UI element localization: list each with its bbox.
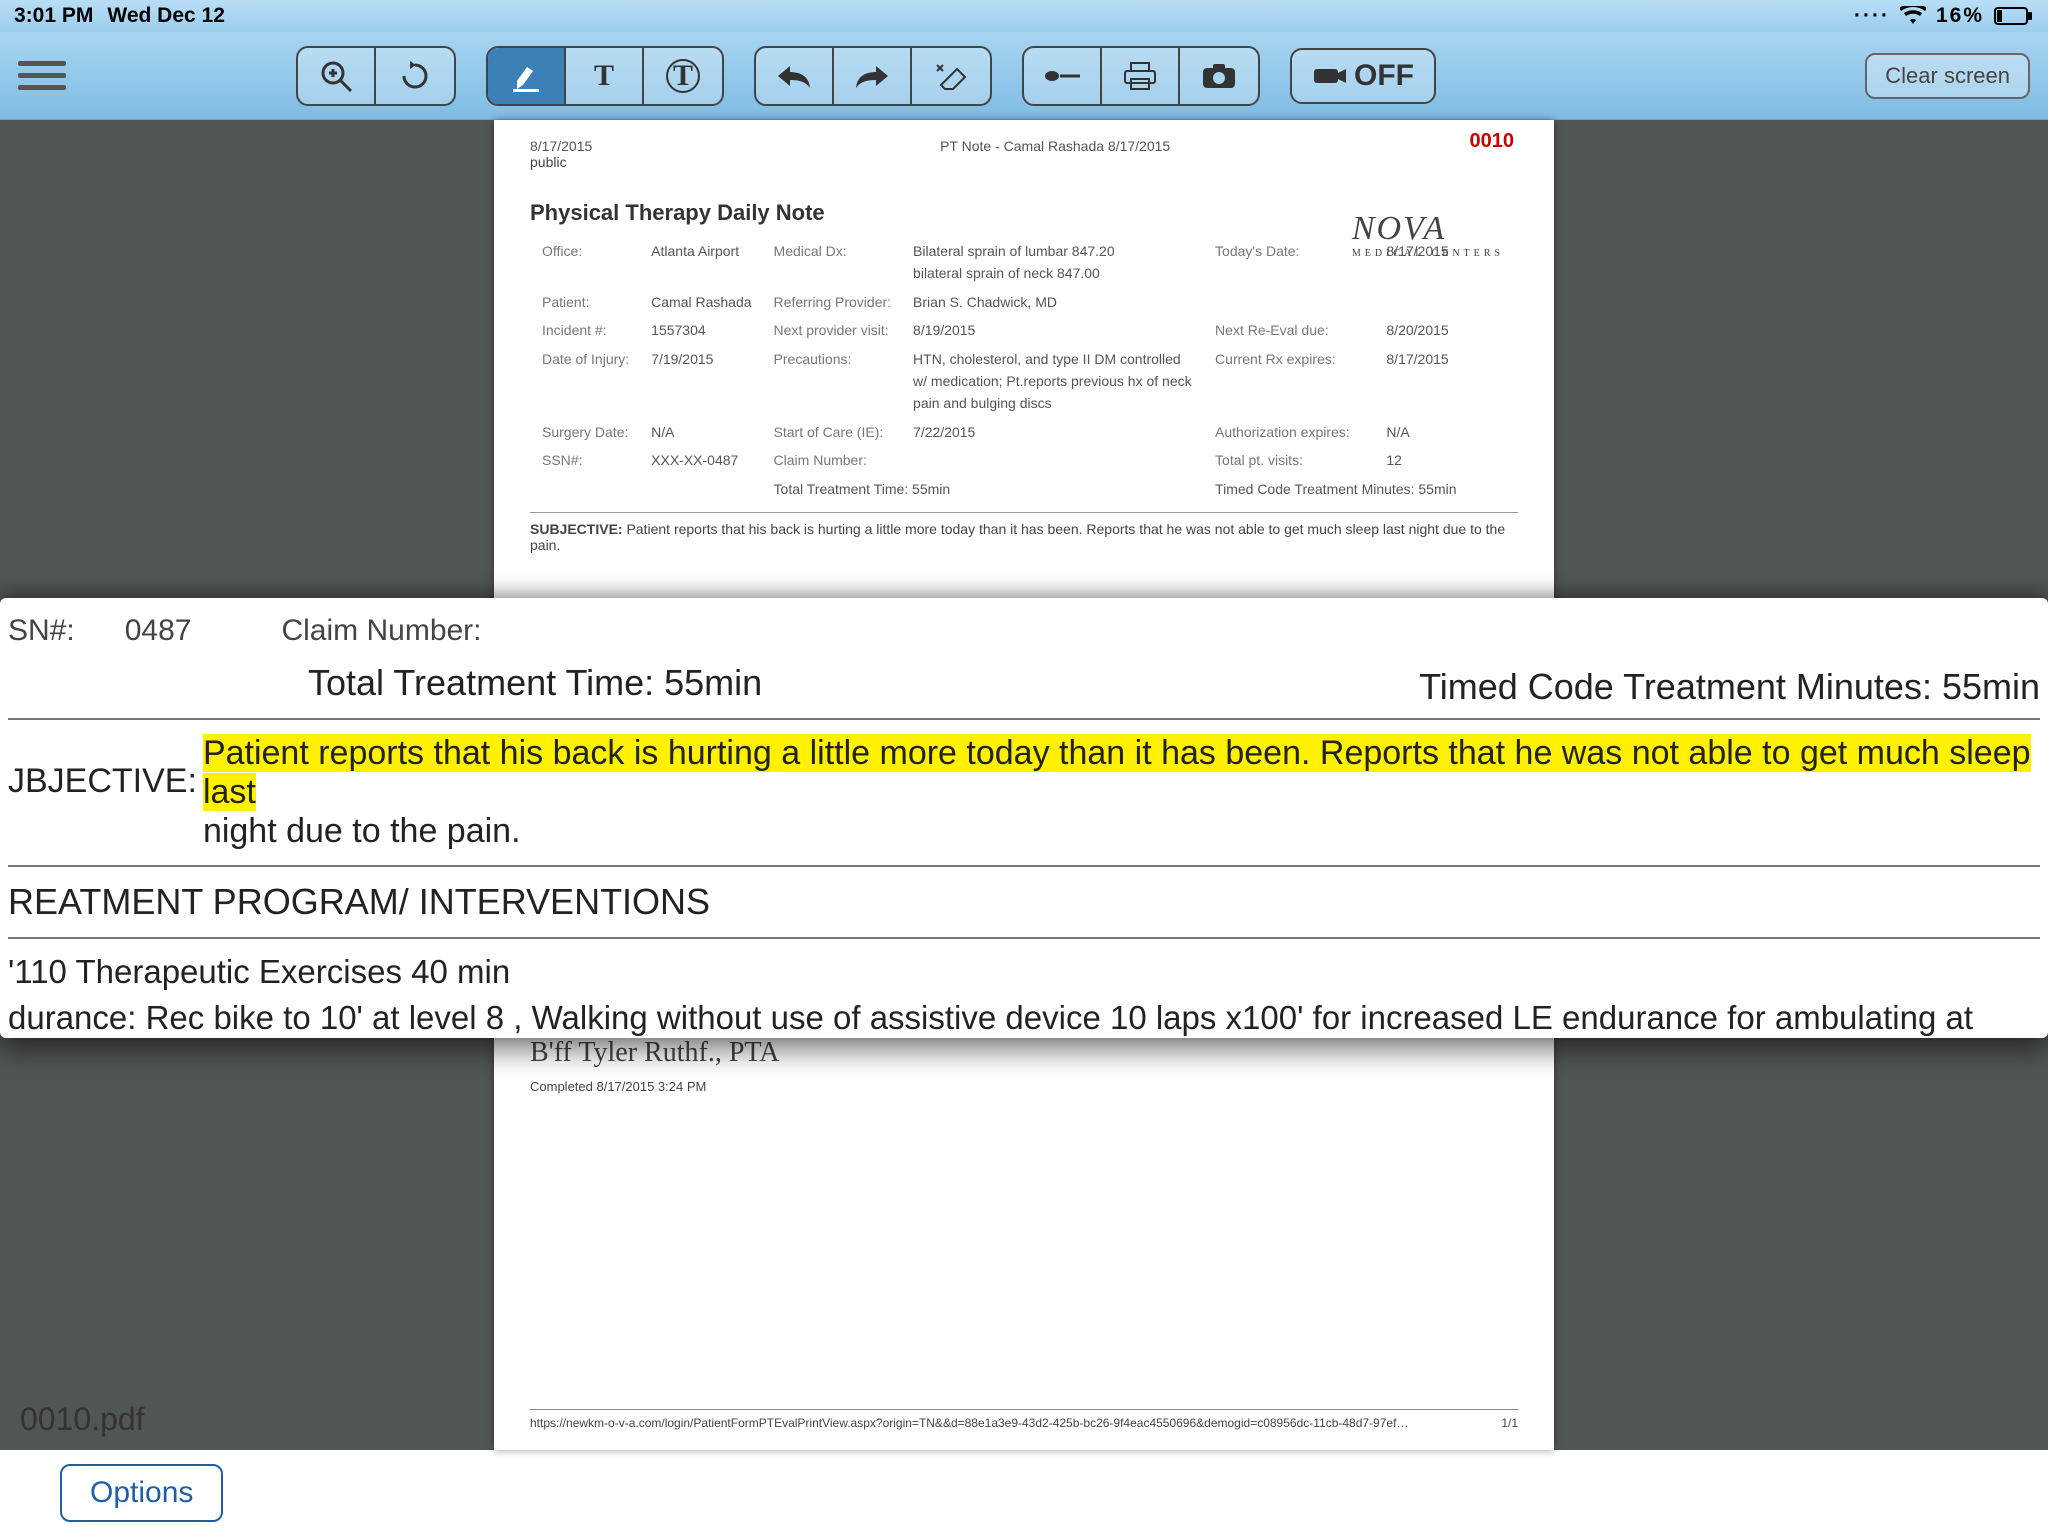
exercise-line1: '110 Therapeutic Exercises 40 min xyxy=(8,953,2040,991)
zoom-in-button[interactable] xyxy=(298,48,376,104)
highlighted-text: Patient reports that his back is hurting… xyxy=(203,734,2031,811)
eraser-button[interactable] xyxy=(912,48,990,104)
zoom-group xyxy=(296,46,456,106)
subjective-small: SUBJECTIVE: Patient reports that his bac… xyxy=(530,521,1518,553)
page-header-title: PT Note - Camal Rashada 8/17/2015 xyxy=(940,138,1170,154)
zoom-callout: SN#: 0487 Claim Number: Total Treatment … xyxy=(0,598,2048,1038)
page-footer: https://newkm-o-v-a.com/login/PatientFor… xyxy=(530,1409,1518,1430)
bates-stamp: 0010 xyxy=(1470,130,1515,153)
page-header-public: public xyxy=(530,154,1518,170)
signature: B'ff Tyler Ruthf., PTA xyxy=(530,1037,1518,1069)
projector-toggle[interactable]: OFF xyxy=(1290,48,1436,104)
history-group xyxy=(754,46,992,106)
header-grid: Office:Atlanta Airport Medical Dx:Bilate… xyxy=(530,236,1469,504)
redo-button[interactable] xyxy=(834,48,912,104)
canvas[interactable]: 0010 8/17/2015 PT Note - Camal Rashada 8… xyxy=(0,120,2048,1450)
print-button[interactable] xyxy=(1102,48,1180,104)
subjective-rest: night due to the pain. xyxy=(203,812,521,850)
page-header-date: 8/17/2015 xyxy=(530,138,592,154)
clear-screen-button[interactable]: Clear screen xyxy=(1865,53,2030,99)
status-date: Wed Dec 12 xyxy=(107,4,225,28)
ssn-label: SN#: xyxy=(8,614,75,647)
filename-label: 0010.pdf xyxy=(20,1401,145,1438)
ssn-value: 0487 xyxy=(125,614,192,647)
nova-logo: NOVAMEDICAL CENTERS xyxy=(1352,210,1504,259)
annotate-group: T T xyxy=(486,46,724,106)
options-button[interactable]: Options xyxy=(60,1464,223,1522)
subjective-body: Patient reports that his back is hurting… xyxy=(203,734,2040,851)
off-label: OFF xyxy=(1354,59,1414,93)
menu-button[interactable] xyxy=(18,52,66,100)
text-button[interactable]: T xyxy=(566,48,644,104)
exercise-line2: durance: Rec bike to 10' at level 8 , Wa… xyxy=(8,999,2040,1037)
highlighter-button[interactable] xyxy=(488,48,566,104)
footer: Options xyxy=(0,1450,2048,1536)
claim-label: Claim Number: xyxy=(281,614,481,648)
text-circle-button[interactable]: T xyxy=(644,48,722,104)
treatment-heading: REATMENT PROGRAM/ INTERVENTIONS xyxy=(8,881,2040,923)
timed-code-minutes: Timed Code Treatment Minutes: 55min xyxy=(1419,666,2040,708)
status-bar: 3:01 PM Wed Dec 12 ···· 16% xyxy=(0,0,2048,32)
rotate-button[interactable] xyxy=(376,48,454,104)
pointer-button[interactable] xyxy=(1024,48,1102,104)
undo-button[interactable] xyxy=(756,48,834,104)
camera-button[interactable] xyxy=(1180,48,1258,104)
wifi-icon xyxy=(1900,6,1926,26)
battery-icon xyxy=(1994,6,2034,26)
app-toolbar: T T OFF Clear screen xyxy=(0,32,2048,120)
status-dots: ···· xyxy=(1854,4,1890,28)
subjective-label: JBJECTIVE: xyxy=(8,734,197,851)
battery-pct: 16% xyxy=(1936,4,1984,28)
output-group xyxy=(1022,46,1260,106)
status-time: 3:01 PM xyxy=(14,4,93,28)
